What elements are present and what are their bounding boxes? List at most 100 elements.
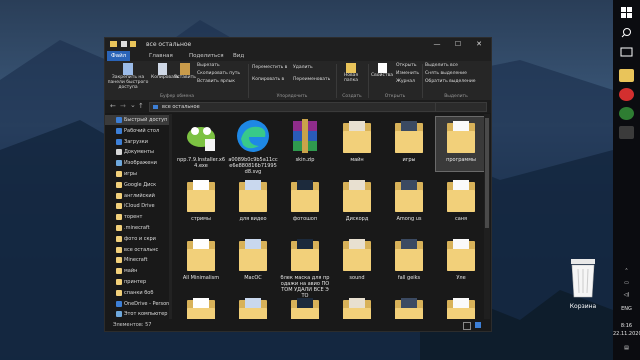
folder-item[interactable]: MacOC [228,235,278,289]
nav-item[interactable]: Изображени [105,158,169,168]
folder-item[interactable]: Дискорд [332,176,382,230]
up-button[interactable]: ↑ [138,102,144,110]
nav-item[interactable]: английский [105,191,169,201]
copy-to-button[interactable]: Копировать в [252,77,284,82]
select-all-button[interactable]: Выделить все [425,63,458,68]
address-bar-row: ← → ⌄ ↑ все остальное [105,100,491,113]
recycle-bin[interactable]: Корзина [558,255,608,310]
folder-item[interactable]: майн [332,117,382,171]
file-explorer-taskbar-icon[interactable] [619,69,634,82]
opera-browser-icon[interactable] [619,88,634,101]
back-button[interactable]: ← [110,102,116,110]
notification-chevron-icon[interactable]: ⌃ [613,268,640,274]
tab-share[interactable]: Поделиться [185,51,228,61]
folder-item[interactable]: игры [384,117,434,171]
new-folder-label: Новая папка [343,73,359,83]
minimize-button[interactable]: — [431,40,443,48]
properties-label: Свойства [371,73,393,78]
nav-item[interactable]: OneDrive - Person [105,299,169,309]
folder-item[interactable]: All Minimalism [176,235,226,289]
edit-button[interactable]: Изменить [396,71,419,76]
language-indicator[interactable]: ENG [613,306,640,312]
folder-item[interactable] [332,294,382,319]
open-button[interactable]: Открыть [396,63,417,68]
nav-item[interactable]: Рабочий стол [105,126,169,136]
select-none-button[interactable]: Снять выделение [425,71,467,76]
task-view-icon[interactable] [619,46,634,59]
cut-button[interactable]: Вырезать [197,63,220,68]
nav-item[interactable]: Документы [105,147,169,157]
details-view-icon[interactable] [463,322,471,330]
folder-item[interactable]: fall geiks [384,235,434,289]
address-bar[interactable]: все остальное [149,102,443,112]
search-input[interactable] [435,102,487,112]
paste-label: Вставить [174,75,196,80]
tab-view[interactable]: Вид [229,51,248,61]
volume-icon[interactable]: ◁) [613,292,640,298]
folder-item[interactable] [436,294,484,319]
folder-item[interactable]: стримы [176,176,226,230]
invert-selection-button[interactable]: Обратить выделение [425,79,476,84]
folder-item[interactable] [280,294,330,319]
close-button[interactable]: ✕ [473,40,485,48]
app-icon[interactable] [619,107,634,120]
nav-item[interactable]: спанки боб [105,288,169,298]
move-to-button[interactable]: Переместить в [252,65,287,70]
folder-item[interactable] [228,294,278,319]
app-icon[interactable] [619,126,634,139]
nav-item[interactable]: Этот компьютер [105,309,169,319]
nav-item[interactable]: .minecraft [105,223,169,233]
tab-file[interactable]: Файл [107,51,131,61]
large-icons-view-icon[interactable] [475,322,481,328]
nav-item[interactable]: принтер [105,277,169,287]
new-folder-quick-icon[interactable] [130,41,136,47]
nav-item[interactable]: игры [105,169,169,179]
folder-item[interactable]: Among us [384,176,434,230]
folder-item[interactable]: саня [436,176,484,230]
nav-item[interactable]: фото и скри [105,234,169,244]
delete-button[interactable]: Удалить [293,65,313,70]
nav-item[interactable]: Minecraft [105,255,169,265]
nav-item[interactable]: все остальнс [105,245,169,255]
search-icon[interactable] [619,26,634,39]
vertical-scrollbar[interactable] [484,114,490,319]
scrollbar-thumb[interactable] [485,118,489,228]
file-item[interactable]: a0089b0c9b5a11cce6e880816b71995d8.svg [228,117,278,175]
nav-item[interactable]: Загрузки [105,137,169,147]
network-icon[interactable]: ▭ [613,280,640,286]
copy-path-button[interactable]: Скопировать путь [197,71,240,76]
folder-item[interactable]: sound [332,235,382,289]
properties-quick-icon[interactable] [121,41,127,47]
maximize-button[interactable]: ☐ [452,40,464,48]
folder-item[interactable]: блек маска для продажи на авио ПОТОМ УДА… [280,235,330,299]
clock-time[interactable]: 8:16 [613,323,640,329]
pin-quick-access-button[interactable]: Закрепить на панели быстрого доступа [107,63,149,90]
properties-button[interactable]: Свойства [370,63,394,78]
forward-button[interactable]: → [120,102,126,110]
nav-item[interactable]: Быстрый доступ [105,115,169,125]
clock-date[interactable]: 22.11.2020 [613,331,640,337]
paste-button[interactable]: Вставить [174,63,196,80]
nav-item[interactable]: торент [105,212,169,222]
new-folder-button[interactable]: Новая папка [338,63,364,83]
action-center-icon[interactable]: ▤ [613,345,640,351]
folder-item[interactable]: для видео [228,176,278,230]
history-button[interactable]: Журнал [396,79,415,84]
copy-button[interactable]: Копировать [151,63,179,80]
nav-item[interactable]: Google Диск [105,180,169,190]
folder-item[interactable]: Уле [436,235,484,289]
folder-item[interactable]: фотошоп [280,176,330,230]
rename-button[interactable]: Переименовать [293,77,330,82]
nav-item[interactable]: iCloud Drive [105,201,169,211]
ribbon-divider [368,64,369,98]
folder-item[interactable]: программы [435,116,484,172]
windows-start-icon[interactable] [619,6,634,19]
folder-item[interactable] [384,294,434,319]
recent-locations-button[interactable]: ⌄ [130,101,136,109]
nav-item[interactable]: майн [105,266,169,276]
tab-home[interactable]: Главная [145,51,177,61]
folder-item[interactable] [176,294,226,319]
file-item[interactable]: npp.7.9.Installer.x64.exe [176,117,226,171]
file-item[interactable]: skin.zip [280,117,330,171]
paste-shortcut-button[interactable]: Вставить ярлык [197,79,235,84]
